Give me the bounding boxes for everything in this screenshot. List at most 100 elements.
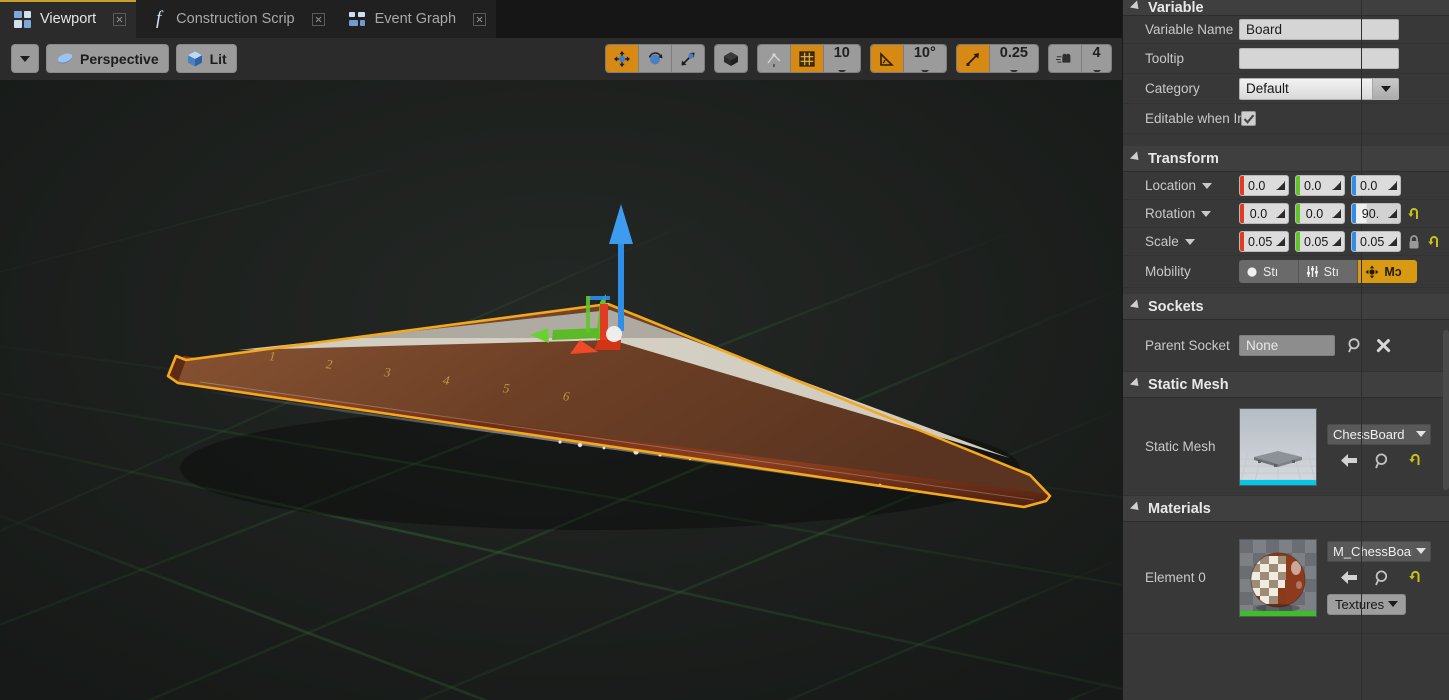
textures-label: Textures — [1335, 597, 1384, 612]
location-y-input[interactable]: 0.0 — [1295, 175, 1345, 196]
static-mesh-asset-dropdown[interactable]: ChessBoard — [1327, 424, 1431, 445]
row-category: Category Default — [1123, 74, 1449, 104]
textures-dropdown-button[interactable]: Textures — [1327, 594, 1406, 615]
mobility-static-option[interactable]: Stı — [1239, 260, 1299, 283]
world-space-icon — [722, 50, 740, 68]
mobility-movable-label: Mɔ — [1384, 265, 1401, 279]
gizmo-z-axis — [609, 204, 633, 331]
grid-snap-button[interactable] — [791, 45, 824, 72]
scale-y-input[interactable]: 0.05 — [1295, 231, 1345, 252]
label-location[interactable]: Location — [1123, 178, 1235, 193]
scale-x-input[interactable]: 0.05 — [1239, 231, 1289, 252]
browse-asset-icon[interactable] — [1374, 452, 1393, 470]
rotate-mode-button[interactable] — [639, 45, 672, 72]
revert-rotation-button[interactable] — [1407, 207, 1420, 221]
angle-snap-icon — [878, 50, 896, 68]
view-mode-lit-button[interactable]: Lit — [176, 44, 237, 73]
browse-asset-icon[interactable] — [1374, 569, 1393, 587]
camera-speed-icon — [1056, 50, 1074, 68]
section-header-materials[interactable]: Materials — [1123, 496, 1449, 522]
mobility-stationary-option[interactable]: Stı — [1299, 260, 1359, 283]
drag-handle-icon[interactable] — [1329, 232, 1344, 251]
scale-y-value: 0.05 — [1300, 232, 1329, 251]
grid-snap-icon — [798, 50, 816, 68]
rotation-y-input[interactable]: 0.0 — [1295, 203, 1345, 224]
scale-snap-value-button[interactable]: 0.25 — [990, 45, 1038, 72]
drag-handle-icon[interactable] — [1273, 204, 1288, 223]
drag-handle-icon[interactable] — [1385, 176, 1400, 195]
tab-viewport[interactable]: Viewport — [0, 0, 136, 38]
tab-event-graph[interactable]: Event Graph — [335, 0, 496, 38]
label-rotation[interactable]: Rotation — [1123, 206, 1235, 221]
rotation-x-input[interactable]: 0.0 — [1239, 203, 1289, 224]
section-header-sockets[interactable]: Sockets — [1123, 294, 1449, 320]
rotation-x-value: 0.0 — [1244, 204, 1273, 223]
drag-handle-icon[interactable] — [1329, 176, 1344, 195]
section-header-static-mesh[interactable]: Static Mesh — [1123, 372, 1449, 398]
transform-mode-group — [605, 44, 705, 73]
drag-handle-icon[interactable] — [1329, 204, 1344, 223]
parent-socket-input[interactable]: None — [1239, 335, 1335, 356]
section-header-variable[interactable]: Variable — [1123, 0, 1449, 16]
angle-snap-button[interactable] — [871, 45, 904, 72]
scale-snap-button[interactable] — [957, 45, 990, 72]
editable-when-inherited-checkbox[interactable] — [1241, 111, 1256, 126]
translate-mode-button[interactable] — [606, 45, 639, 72]
details-column-divider — [1361, 0, 1362, 700]
category-dropdown[interactable]: Default — [1239, 78, 1399, 100]
thumbnail-type-bar — [1240, 611, 1316, 616]
variable-name-input[interactable]: Board — [1239, 19, 1399, 40]
tooltip-input[interactable] — [1239, 48, 1399, 69]
scale-lock-icon[interactable] — [1407, 234, 1421, 250]
rotation-z-input[interactable]: 90. — [1351, 203, 1401, 224]
drag-handle-icon[interactable] — [1385, 204, 1400, 223]
section-title-static-mesh: Static Mesh — [1148, 377, 1229, 393]
use-selected-asset-icon[interactable] — [1340, 569, 1359, 587]
revert-scale-button[interactable] — [1427, 235, 1440, 249]
section-header-transform[interactable]: Transform — [1123, 146, 1449, 172]
mobility-movable-option[interactable]: Mɔ — [1358, 260, 1417, 283]
row-scale: Scale 0.05 0.05 — [1123, 228, 1449, 256]
label-element-0: Element 0 — [1123, 570, 1235, 585]
use-selected-asset-icon[interactable] — [1340, 452, 1359, 470]
grid-snap-value-button[interactable]: 10 — [824, 45, 860, 72]
chevron-down-icon — [1388, 601, 1398, 607]
close-icon[interactable] — [312, 13, 325, 26]
tab-construction-script[interactable]: f Construction Scrip — [136, 0, 334, 38]
label-scale[interactable]: Scale — [1123, 234, 1235, 249]
clear-icon[interactable] — [1376, 338, 1391, 353]
function-icon: f — [150, 10, 167, 28]
viewport-options-button[interactable] — [11, 44, 39, 73]
camera-speed-button[interactable] — [1049, 45, 1082, 72]
close-icon[interactable] — [113, 13, 126, 26]
row-location: Location 0.0 0.0 — [1123, 172, 1449, 200]
snap-group: 10 — [757, 44, 861, 73]
close-icon[interactable] — [473, 13, 486, 26]
static-mesh-thumbnail[interactable] — [1239, 408, 1317, 486]
camera-speed-value-button[interactable]: 4 — [1082, 45, 1111, 72]
translate-gizmo[interactable] — [0, 38, 1122, 700]
camera-perspective-button[interactable]: Perspective — [46, 44, 169, 73]
camera-speed-value: 4 — [1092, 46, 1100, 61]
tab-strip: Viewport f Construction Scrip Event Grap… — [0, 0, 1122, 38]
surface-snap-button[interactable] — [758, 45, 791, 72]
drag-handle-icon[interactable] — [1273, 232, 1288, 251]
lit-cube-icon — [186, 50, 204, 68]
location-x-input[interactable]: 0.0 — [1239, 175, 1289, 196]
angle-snap-value-button[interactable]: 10° — [904, 45, 946, 72]
material-thumbnail[interactable] — [1239, 539, 1317, 617]
details-scrollbar[interactable] — [1443, 330, 1449, 490]
reset-asset-icon[interactable] — [1408, 569, 1427, 587]
drag-handle-icon[interactable] — [1385, 232, 1400, 251]
mobility-stationary-label: Stı — [1324, 265, 1339, 279]
location-z-input[interactable]: 0.0 — [1351, 175, 1401, 196]
perspective-camera-icon — [56, 50, 74, 68]
world-space-button[interactable] — [715, 45, 747, 72]
scale-mode-button[interactable] — [672, 45, 704, 72]
viewport-3d[interactable]: 1 2 3 4 5 6 — [0, 38, 1122, 700]
scale-z-input[interactable]: 0.05 — [1351, 231, 1401, 252]
chevron-down-icon — [1130, 0, 1142, 12]
drag-handle-icon[interactable] — [1273, 176, 1288, 195]
material-asset-dropdown[interactable]: M_ChessBoard — [1327, 541, 1431, 562]
reset-asset-icon[interactable] — [1408, 452, 1427, 470]
